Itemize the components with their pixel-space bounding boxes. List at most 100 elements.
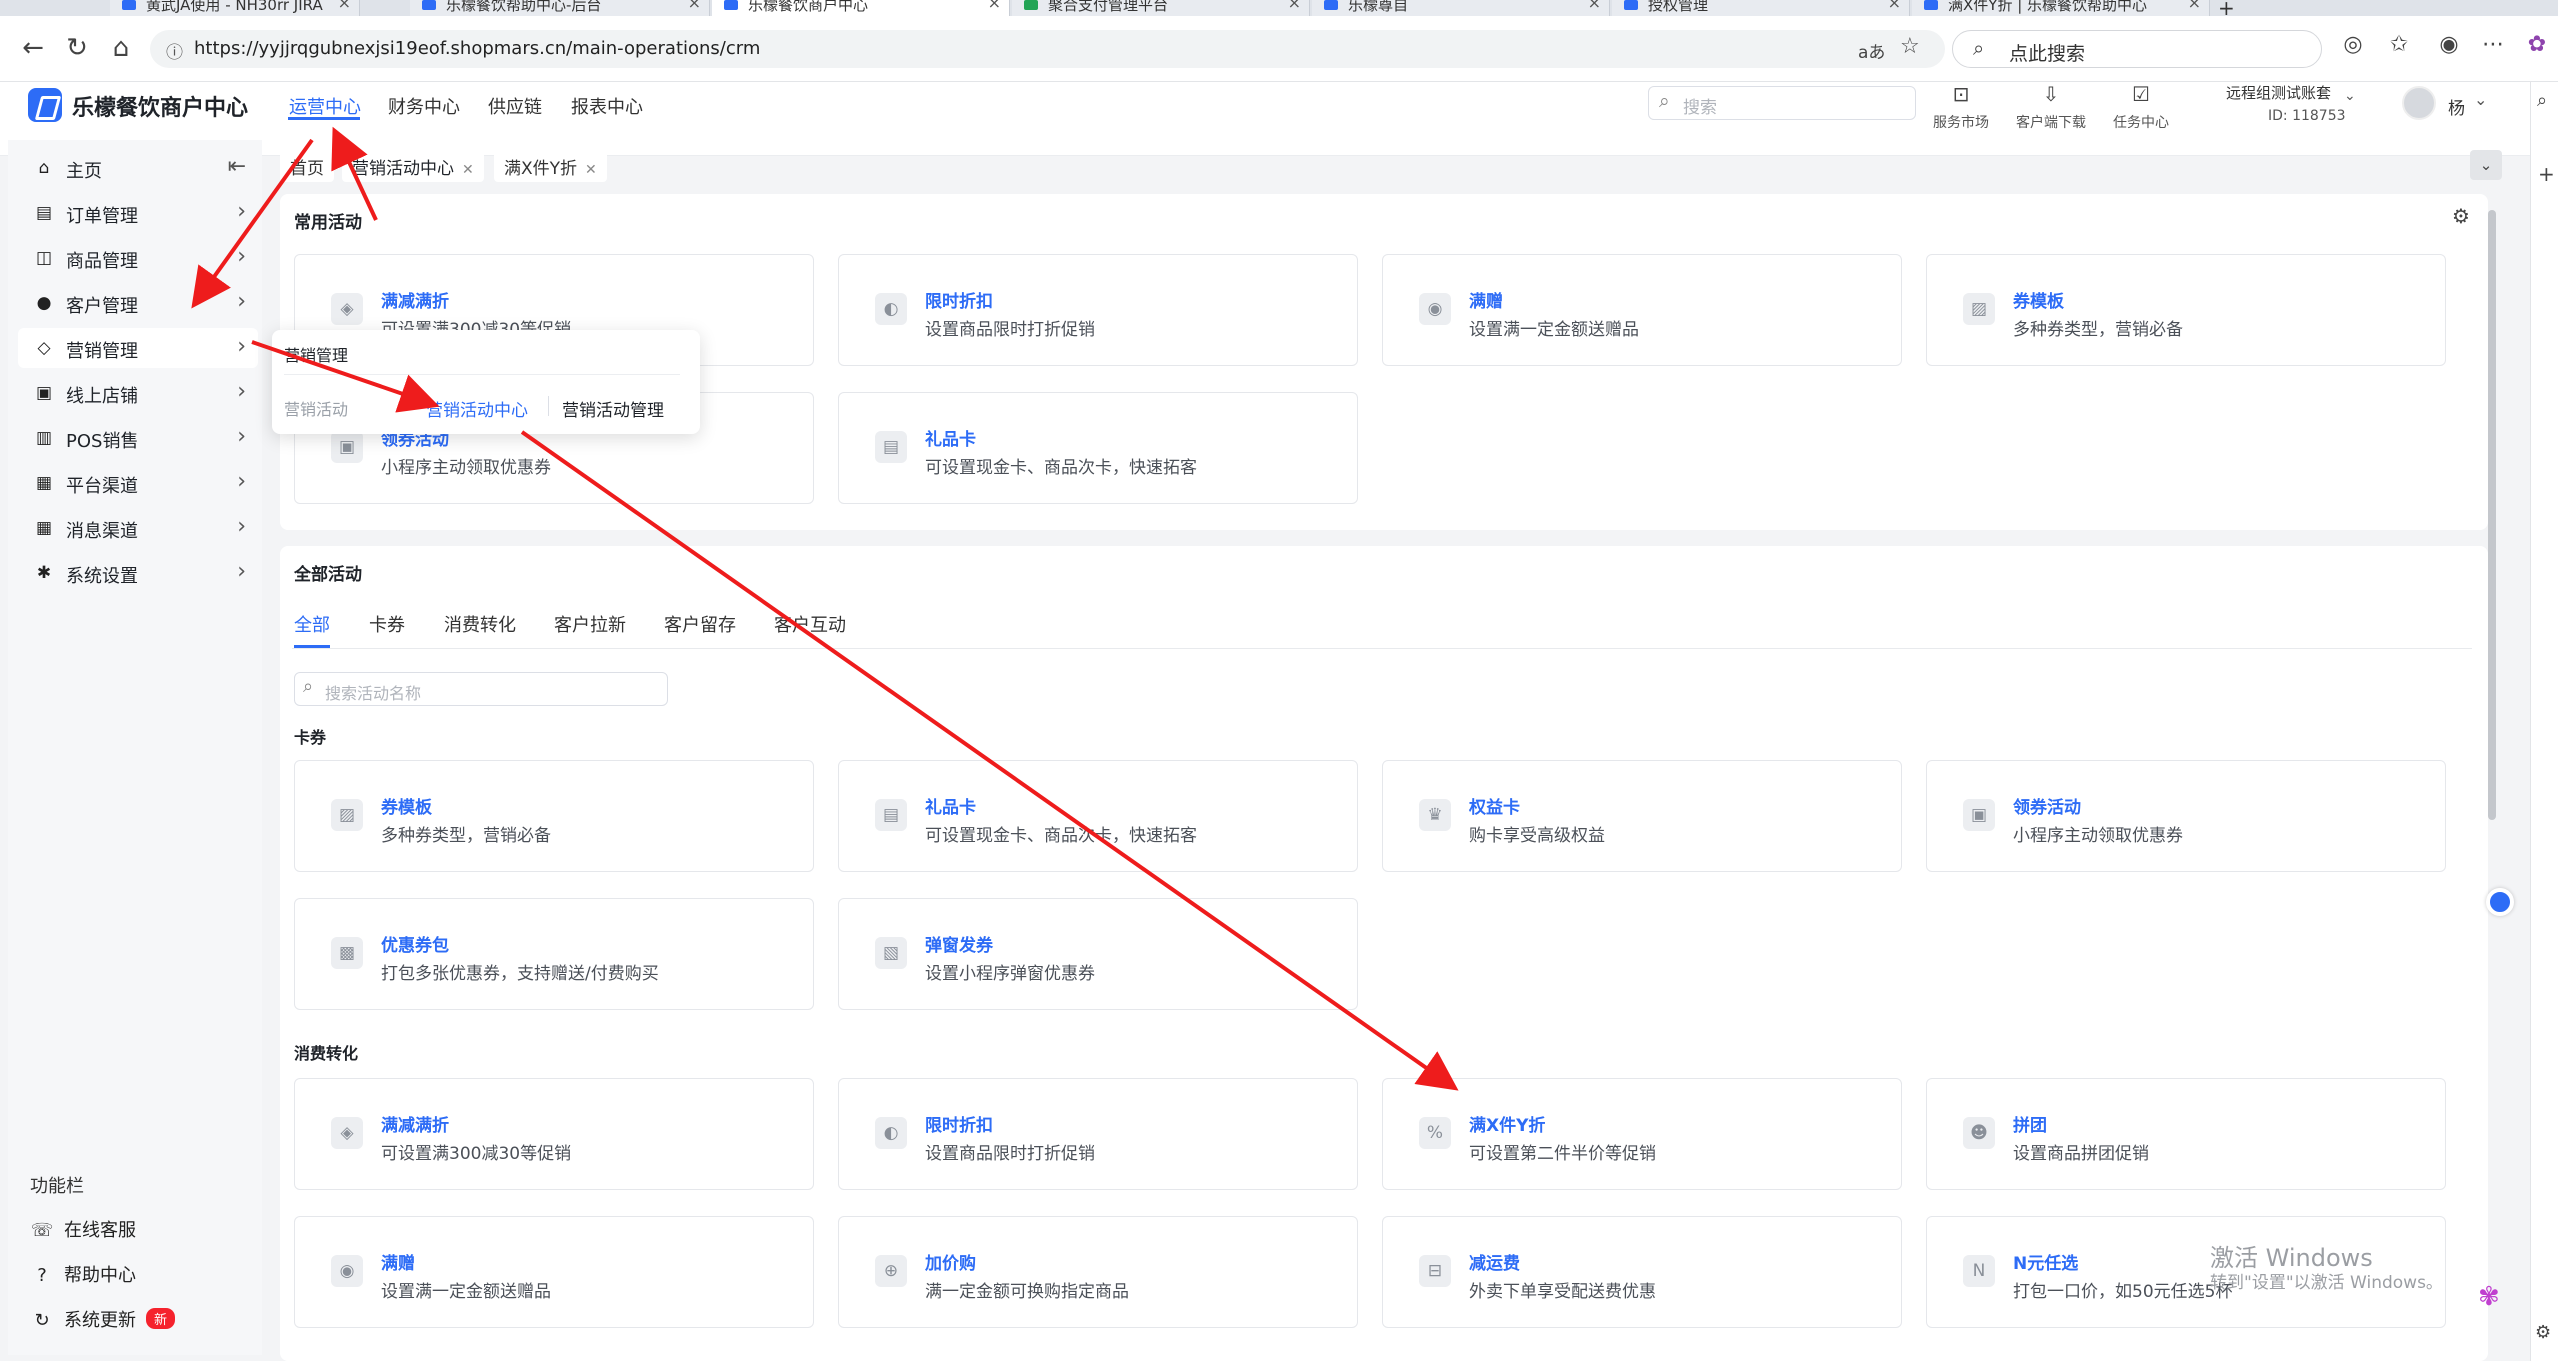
activity-card[interactable]: ▧ 弹窗发券 设置小程序弹窗优惠券 [838, 898, 1358, 1010]
activity-card[interactable]: ▨ 券模板 多种券类型，营销必备 [1926, 254, 2446, 366]
close-icon[interactable]: ✕ [585, 162, 597, 178]
new-badge: 新 [146, 1308, 176, 1329]
settings-icon[interactable]: ⚙ [2535, 1322, 2551, 1343]
favorites-icon[interactable]: ✩ [2384, 32, 2414, 57]
reload-icon[interactable]: ↻ [62, 33, 92, 63]
back-icon[interactable]: ← [18, 33, 48, 63]
activity-card[interactable]: % 满X件Y折 可设置第二件半价等促销 [1382, 1078, 1902, 1190]
activity-card[interactable]: ☻ 拼团 设置商品拼团促销 [1926, 1078, 2446, 1190]
category-tab-retention[interactable]: 客户留存 [664, 611, 736, 637]
online-service-link[interactable]: ☏ 在线客服 [30, 1216, 136, 1242]
activity-card[interactable]: ⊕ 加价购 满一定金额可换购指定商品 [838, 1216, 1358, 1328]
system-update-link[interactable]: ↻ 系统更新新 [30, 1306, 176, 1332]
close-icon[interactable]: ✕ [462, 162, 474, 178]
sidebar-item-customers[interactable]: ● 客户管理 › [18, 283, 258, 323]
page-tab-marketing-center[interactable]: 营销活动中心 ✕ [342, 148, 484, 182]
sidebar-item-settings[interactable]: ✱ 系统设置 › [18, 553, 258, 593]
sidebar-item-platform[interactable]: ▦ 平台渠道 › [18, 463, 258, 503]
activity-card[interactable]: ▣ 领券活动 小程序主动领取优惠券 [1926, 760, 2446, 872]
activity-card[interactable]: ◈满减满折可设置满300减30等促销 [294, 1078, 814, 1190]
task-center-button[interactable]: ☑ 任务中心 [2096, 82, 2186, 132]
activity-card[interactable]: ◉ 满赠 设置满一定金额送赠品 [294, 1216, 814, 1328]
chevron-down-icon[interactable]: ⌄ [2344, 88, 2356, 104]
browser-side-rail: ⌕ + ⚙ [2530, 82, 2558, 1361]
close-icon[interactable]: × [988, 0, 1001, 11]
chat-float-icon[interactable] [2486, 888, 2514, 916]
browser-tab[interactable]: 授权管理 × [1612, 0, 1910, 16]
home-icon[interactable]: ⌂ [106, 33, 136, 63]
sidebar-item-goods[interactable]: ◫ 商品管理 › [18, 238, 258, 278]
scrollbar[interactable] [2488, 210, 2496, 820]
address-bar-row: ← ↻ ⌂ ⓘ https://yyjjrqgubnexjsi19eof.sho… [0, 16, 2558, 82]
sidebar-item-message[interactable]: ▦ 消息渠道 › [18, 508, 258, 548]
translate-icon[interactable]: aあ [1858, 38, 1885, 63]
sidebar-item-marketing[interactable]: ◇ 营销管理 › [18, 328, 258, 368]
topnav-supply-chain[interactable]: 供应链 [488, 93, 542, 119]
extensions-icon[interactable]: ◎ [2338, 32, 2368, 57]
chevron-down-icon[interactable]: ⌄ [2474, 90, 2487, 109]
category-tab-all[interactable]: 全部 [294, 611, 330, 637]
activity-card[interactable]: ◐ 限时折扣 设置商品限时打折促销 [838, 254, 1358, 366]
browser-tab[interactable]: 乐檬餐饮帮助中心-后台 × [410, 0, 710, 16]
settings-icon: ✱ [36, 563, 52, 583]
activity-card[interactable]: ◐ 限时折扣 设置商品限时打折促销 [838, 1078, 1358, 1190]
sidebar-item-online-store[interactable]: ▣ 线上店铺 › [18, 373, 258, 413]
browser-tab-active[interactable]: 乐檬餐饮商户中心 × [712, 0, 1010, 16]
sidebar-item-pos[interactable]: ▥ POS销售 › [18, 418, 258, 458]
activity-card[interactable]: ♛ 权益卡 购卡享受高级权益 [1382, 760, 1902, 872]
collapse-sidebar-icon[interactable]: ⇤ [228, 154, 246, 179]
submenu-marketing-center[interactable]: 营销活动中心 [426, 396, 528, 421]
help-center-link[interactable]: ? 帮助中心 [30, 1261, 136, 1287]
topnav-reports[interactable]: 报表中心 [571, 93, 643, 119]
activity-card[interactable]: ⊟ 减运费 外卖下单享受配送费优惠 [1382, 1216, 1902, 1328]
topnav-operations[interactable]: 运营中心 [289, 93, 361, 119]
close-icon[interactable]: × [2188, 0, 2201, 11]
url-bar[interactable]: ⓘ https://yyjjrqgubnexjsi19eof.shopmars.… [150, 30, 1945, 68]
sidebar-item-orders[interactable]: ▤ 订单管理 › [18, 193, 258, 233]
close-icon[interactable]: × [1588, 0, 1601, 11]
page-tab-home[interactable]: 首页 [280, 148, 334, 182]
submenu-marketing-management[interactable]: 营销活动管理 [562, 396, 664, 421]
search-icon[interactable]: ⌕ [2537, 90, 2547, 111]
avatar[interactable] [2402, 86, 2436, 120]
client-download-button[interactable]: ⇩ 客户端下载 [2006, 82, 2096, 132]
profile-icon[interactable]: ◉ [2434, 32, 2464, 57]
category-tab-coupons[interactable]: 卡券 [369, 611, 405, 637]
add-icon[interactable]: + [2538, 162, 2555, 186]
topnav-finance[interactable]: 财务中心 [388, 93, 460, 119]
activity-card[interactable]: ▩ 优惠券包 打包多张优惠券，支持赠送/付费购买 [294, 898, 814, 1010]
close-icon[interactable]: × [1288, 0, 1301, 11]
close-icon[interactable]: × [338, 0, 351, 11]
sidebar-item-home[interactable]: ⌂ 主页 ⇤ [18, 148, 258, 188]
browser-tab[interactable]: 满X件Y折 | 乐檬餐饮帮助中心 × [1912, 0, 2210, 16]
activity-card[interactable]: ▤ 礼品卡 可设置现金卡、商品次卡，快速拓客 [838, 760, 1358, 872]
app-search-input[interactable]: ⌕ 搜索 [1648, 86, 1916, 120]
group-icon: ☻ [1963, 1117, 1995, 1149]
tabs-dropdown-button[interactable]: ⌄ [2470, 150, 2502, 180]
favorite-star-icon[interactable]: ☆ [1900, 34, 1920, 59]
category-tab-acquisition[interactable]: 客户拉新 [554, 611, 626, 637]
close-icon[interactable]: × [688, 0, 701, 11]
page-tab-x-items-y-discount[interactable]: 满X件Y折 ✕ [494, 148, 607, 182]
category-tab-conversion[interactable]: 消费转化 [444, 611, 516, 637]
activity-card[interactable]: ▨ 券模板 多种券类型，营销必备 [294, 760, 814, 872]
assistant-float-icon[interactable]: ✾ [2478, 1282, 2500, 1312]
browser-tab[interactable]: 乐檬尊自 × [1312, 0, 1610, 16]
coupon-icon: ▨ [331, 799, 363, 831]
activity-card[interactable]: ◉ 满赠 设置满一定金额送赠品 [1382, 254, 1902, 366]
user-name[interactable]: 杨 [2448, 94, 2465, 119]
browser-search-box[interactable]: ⌕ 点此搜索 [1952, 30, 2322, 68]
activity-card[interactable]: ▤ 礼品卡 可设置现金卡、商品次卡，快速拓客 [838, 392, 1358, 504]
site-info-icon[interactable]: ⓘ [166, 38, 183, 63]
browser-tab[interactable]: 聚合支付管理平台 × [1012, 0, 1310, 16]
copilot-icon[interactable]: ✿ [2522, 32, 2552, 57]
category-tab-interaction[interactable]: 客户互动 [774, 611, 846, 637]
gear-icon[interactable]: ⚙ [2452, 204, 2470, 228]
more-icon[interactable]: ⋯ [2478, 32, 2508, 57]
pos-icon: ▥ [35, 428, 53, 448]
close-icon[interactable]: × [1888, 0, 1901, 11]
service-market-button[interactable]: ⊡ 服务市场 [1916, 82, 2006, 132]
account-name[interactable]: 远程组测试账套 [2226, 82, 2331, 103]
browser-tab[interactable]: 黄武JA使用 - NH30rr JIRA × [110, 0, 360, 16]
activity-search-input[interactable]: ⌕ 搜索活动名称 [294, 672, 668, 706]
